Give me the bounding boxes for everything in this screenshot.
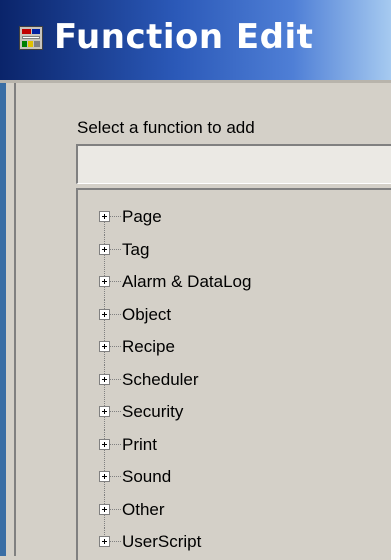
tree-item[interactable]: Object (78, 300, 391, 333)
expand-plus-icon[interactable] (99, 244, 110, 255)
tree-list: Page Tag Alarm & DataLog Object Recipe Schedu… (78, 190, 391, 560)
tree-item-label: Page (122, 207, 162, 226)
tree-item-label: Alarm & DataLog (122, 272, 252, 291)
tree-item-label: Scheduler (122, 370, 199, 389)
tree-item[interactable]: Alarm & DataLog (78, 267, 391, 300)
expand-plus-icon[interactable] (99, 341, 110, 352)
function-tree[interactable]: Page Tag Alarm & DataLog Object Recipe Schedu… (76, 188, 391, 560)
tree-item[interactable]: Other (78, 495, 391, 528)
expand-plus-icon[interactable] (99, 374, 110, 385)
tree-item-label: UserScript (122, 532, 202, 551)
tree-item-label: Tag (122, 240, 150, 259)
tree-item[interactable]: UserScript (78, 527, 391, 557)
expand-plus-icon[interactable] (99, 504, 110, 515)
expand-plus-icon[interactable] (99, 536, 110, 547)
expand-plus-icon[interactable] (99, 471, 110, 482)
expand-plus-icon[interactable] (99, 406, 110, 417)
tree-item[interactable]: Print (78, 430, 391, 463)
tree-item[interactable]: Page (78, 202, 391, 235)
tree-item[interactable]: Recipe (78, 332, 391, 365)
function-search-input[interactable] (76, 144, 391, 184)
tree-item[interactable]: Sound (78, 462, 391, 495)
tree-item-label: Sound (122, 467, 172, 486)
tree-item[interactable]: Tag (78, 235, 391, 268)
window-title: Function Edit (54, 17, 314, 57)
expand-plus-icon[interactable] (99, 439, 110, 450)
expand-plus-icon[interactable] (99, 309, 110, 320)
title-bar[interactable]: Function Edit (0, 0, 391, 80)
tree-item-label: Other (122, 500, 165, 519)
form-window-icon (19, 26, 43, 50)
tree-item-label: Object (122, 305, 172, 324)
tree-item-label: Security (122, 402, 184, 421)
tree-item-label: Recipe (122, 337, 175, 356)
tree-item[interactable]: Security (78, 397, 391, 430)
expand-plus-icon[interactable] (99, 211, 110, 222)
tree-item-label: Print (122, 435, 157, 454)
select-function-label: Select a function to add (77, 118, 255, 137)
expand-plus-icon[interactable] (99, 276, 110, 287)
tree-item[interactable]: Scheduler (78, 365, 391, 398)
